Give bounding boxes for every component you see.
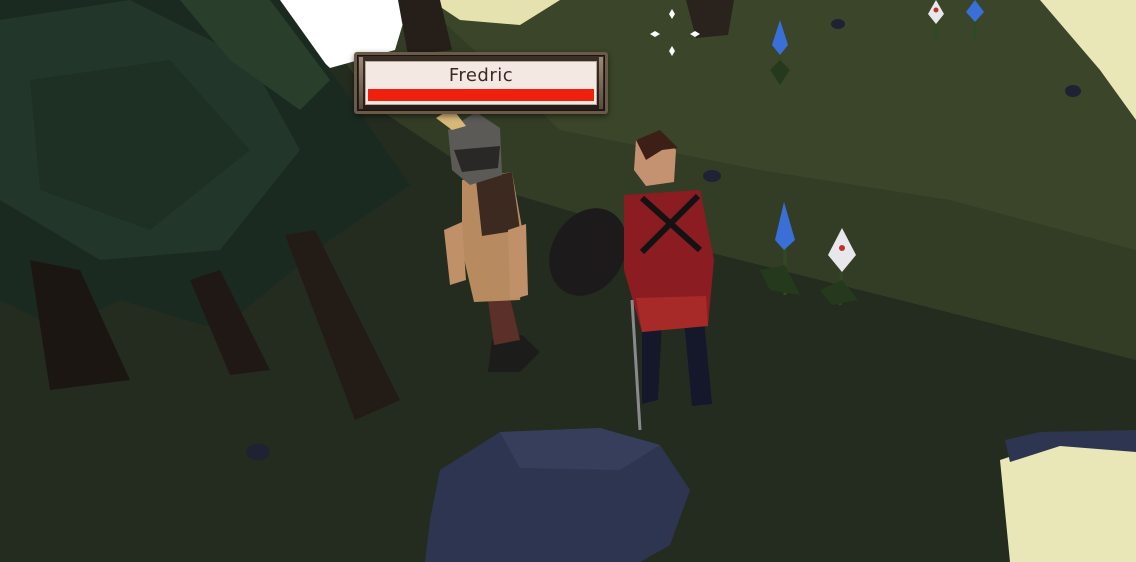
nameplate-inner: Fredric bbox=[365, 61, 597, 105]
pebble bbox=[1065, 85, 1081, 97]
npc-arm bbox=[508, 224, 528, 300]
pebble bbox=[703, 170, 721, 182]
npc-name-label: Fredric bbox=[448, 65, 514, 86]
pebble bbox=[246, 444, 270, 460]
npc-health-fill bbox=[368, 89, 594, 101]
npc-nameplate: Fredric bbox=[354, 52, 608, 114]
player-tunic-hem bbox=[636, 296, 708, 332]
npc-health-bar bbox=[368, 89, 594, 101]
pebble bbox=[831, 19, 845, 29]
game-viewport[interactable]: Fredric bbox=[0, 0, 1136, 562]
npc-visor bbox=[454, 146, 500, 172]
